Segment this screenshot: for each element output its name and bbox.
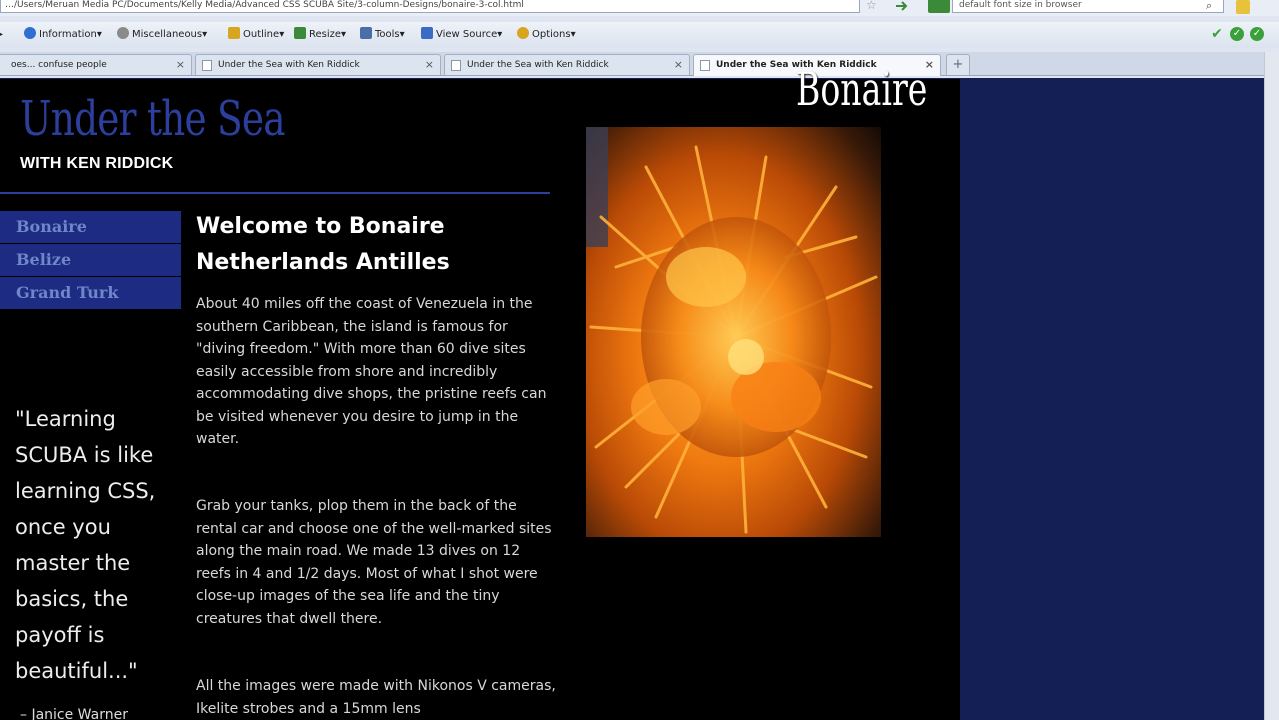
devbar-information[interactable]: Information▾ <box>24 27 102 43</box>
new-tab-button[interactable]: + <box>946 54 970 75</box>
tab-label: Under the Sea with Ken Riddick <box>467 60 609 70</box>
body-paragraph: Grab your tanks, plop them in the back o… <box>196 498 552 627</box>
devbar-outline[interactable]: Outline▾ <box>228 27 284 43</box>
devbar-overflow-icon[interactable]: ▸ <box>0 27 3 43</box>
tab-label: oes... confuse people <box>11 60 107 70</box>
tab[interactable]: oes... confuse people × <box>0 54 192 75</box>
tab-bar: oes... confuse people × Under the Sea wi… <box>0 52 1279 76</box>
header-divider <box>0 192 550 194</box>
devbar-options[interactable]: Options▾ <box>517 27 576 43</box>
bookmark-star-icon[interactable]: ☆ <box>866 0 877 12</box>
checkmark-icon[interactable]: ✔ <box>1210 27 1224 41</box>
page-icon <box>700 60 710 71</box>
close-icon[interactable]: × <box>176 55 185 75</box>
vertical-scrollbar[interactable] <box>1264 52 1279 720</box>
resize-icon <box>294 27 306 39</box>
devbar-resize[interactable]: Resize▾ <box>294 27 346 43</box>
nav-item-grand-turk[interactable]: Grand Turk <box>0 277 181 309</box>
css-valid-icon[interactable]: ✓ <box>1230 27 1244 41</box>
devbar-view-source[interactable]: View Source▾ <box>421 27 502 43</box>
search-icon[interactable]: ⌕ <box>1206 0 1212 13</box>
site-title[interactable]: Under the Sea <box>20 91 286 147</box>
site-subtitle: WITH KEN RIDDICK <box>20 155 174 172</box>
devbar-label: Information <box>39 29 97 40</box>
view-source-icon <box>421 27 433 39</box>
address-row: …/Users/Meruan Media PC/Documents/Kelly … <box>0 0 1279 16</box>
devbar-label: Outline <box>243 29 280 40</box>
body-paragraph: About 40 miles off the coast of Venezuel… <box>196 296 547 447</box>
pencil-icon <box>228 27 240 39</box>
quote-author: – Janice Warner <box>20 707 128 720</box>
body-paragraph: All the images were made with Nikonos V … <box>196 678 556 717</box>
devbar-label: View Source <box>436 29 498 40</box>
page-content: Under the Sea WITH KEN RIDDICK Bonaire B… <box>0 79 960 720</box>
photo-caption: Bonaire <box>796 62 928 116</box>
browser-chrome: …/Users/Meruan Media PC/Documents/Kelly … <box>0 0 1279 78</box>
devbar-label: Resize <box>309 29 342 40</box>
page-background <box>960 79 1264 720</box>
misc-icon <box>117 27 129 39</box>
nav-item-bonaire[interactable]: Bonaire <box>0 211 181 243</box>
nav-item-belize[interactable]: Belize <box>0 244 181 276</box>
tab[interactable]: Under the Sea with Ken Riddick × <box>195 54 441 75</box>
options-icon <box>517 27 529 39</box>
address-bar[interactable]: …/Users/Meruan Media PC/Documents/Kelly … <box>0 0 860 13</box>
coral-photo <box>586 127 881 537</box>
info-icon <box>24 27 36 39</box>
page-icon <box>451 60 461 71</box>
page-icon <box>202 60 212 71</box>
toolbar-extension-icon[interactable] <box>1236 0 1250 14</box>
devbar-label: Options <box>532 29 571 40</box>
web-developer-toolbar: ▸ Information▾ Miscellaneous▾ Outline▾ R… <box>0 22 1279 48</box>
devbar-tools[interactable]: Tools▾ <box>360 27 405 43</box>
close-icon[interactable]: × <box>425 55 434 75</box>
go-arrow-icon[interactable] <box>894 0 910 13</box>
html-valid-icon[interactable]: ✓ <box>1250 27 1264 41</box>
wrench-icon <box>360 27 372 39</box>
devbar-label: Miscellaneous <box>132 29 203 40</box>
tab-label: Under the Sea with Ken Riddick <box>218 60 360 70</box>
pull-quote: "Learning SCUBA is like learning CSS, on… <box>15 407 156 683</box>
devbar-miscellaneous[interactable]: Miscellaneous▾ <box>117 27 207 43</box>
page-heading: Welcome to Bonaire Netherlands Antilles <box>196 214 450 275</box>
tab[interactable]: Under the Sea with Ken Riddick × <box>444 54 690 75</box>
side-navigation: Bonaire Belize Grand Turk <box>0 211 181 310</box>
search-input[interactable]: default font size in browser <box>952 0 1224 13</box>
search-engine-icon[interactable] <box>928 0 950 13</box>
devbar-label: Tools <box>375 29 400 40</box>
close-icon[interactable]: × <box>674 55 683 75</box>
coral-illustration <box>586 127 878 534</box>
